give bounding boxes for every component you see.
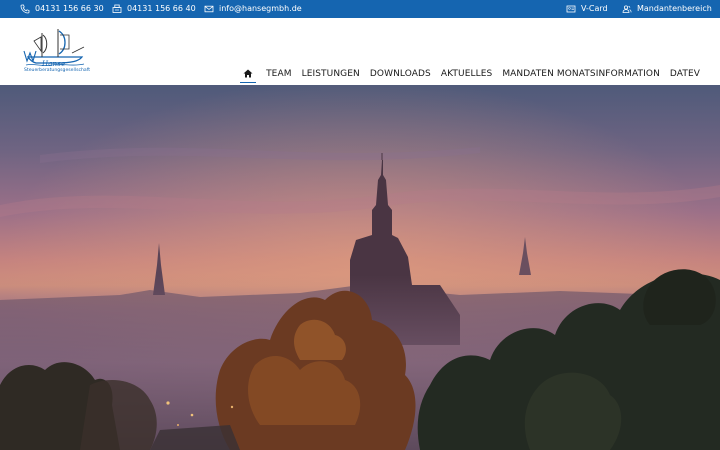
email-address: info@hansegmbh.de (219, 4, 302, 13)
home-icon (243, 69, 253, 78)
email-link[interactable]: info@hansegmbh.de (204, 0, 302, 18)
vcard-icon (566, 4, 576, 14)
nav-team[interactable]: TEAM (266, 66, 292, 82)
nav-leistungen[interactable]: LEISTUNGEN (302, 66, 360, 82)
nav-mandaten-monatsinformation[interactable]: MANDATEN MONATSINFORMATION (502, 66, 660, 82)
vcard-link[interactable]: V-Card (566, 0, 608, 18)
fax-number: 04131 156 66 40 (127, 4, 196, 13)
logo-subtitle: Steuerberatungsgesellschaft (24, 68, 91, 73)
client-area-link[interactable]: Mandantenbereich (622, 0, 712, 18)
mail-icon (204, 4, 214, 14)
phone-link[interactable]: 04131 156 66 30 (20, 0, 104, 18)
logo-wordmark: Hanse (42, 60, 66, 68)
site-header: Hanse Steuerberatungsgesellschaft TEAM L… (0, 18, 720, 85)
top-contact-bar: 04131 156 66 30 04131 156 66 40 info@han… (0, 0, 720, 18)
city-skyline-fog-photo (0, 85, 720, 450)
phone-icon (20, 4, 30, 14)
nav-datev[interactable]: DATEV (670, 66, 700, 82)
company-logo[interactable]: Hanse Steuerberatungsgesellschaft (22, 27, 98, 79)
vcard-label: V-Card (581, 4, 608, 13)
nav-aktuelles[interactable]: AKTUELLES (441, 66, 492, 82)
nav-home[interactable] (240, 66, 257, 83)
fax-link[interactable]: 04131 156 66 40 (112, 0, 196, 18)
main-navigation: TEAM LEISTUNGEN DOWNLOADS AKTUELLES MAND… (240, 66, 700, 83)
hero-image (0, 85, 720, 450)
phone-number: 04131 156 66 30 (35, 4, 104, 13)
nav-downloads[interactable]: DOWNLOADS (370, 66, 431, 82)
client-area-label: Mandantenbereich (637, 4, 712, 13)
users-icon (622, 4, 632, 14)
fax-icon (112, 4, 122, 14)
